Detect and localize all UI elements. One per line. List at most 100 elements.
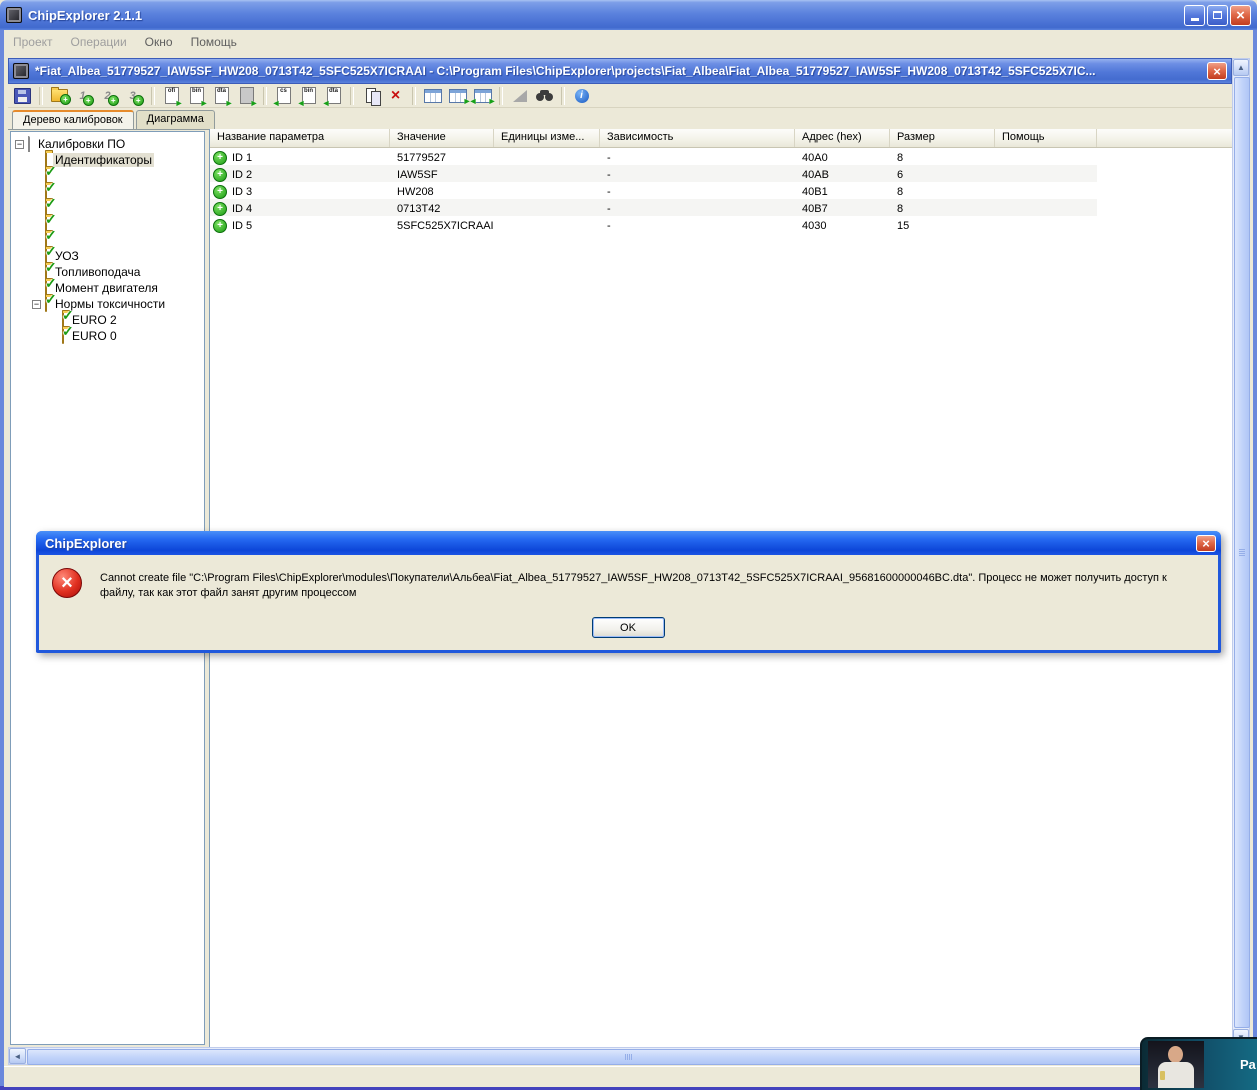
save-button[interactable] (10, 85, 35, 107)
cell-name: +ID 2 (210, 165, 390, 182)
cell-dependency: - (600, 165, 795, 182)
export-ofi-button[interactable]: ofi► (159, 85, 184, 107)
vertical-scroll-thumb[interactable] (1234, 77, 1250, 1028)
chart-button[interactable] (507, 85, 532, 107)
add-map-1-button[interactable]: 1+ (72, 85, 97, 107)
column-header-help[interactable]: Помощь (995, 129, 1097, 147)
tree-collapse-icon[interactable]: − (15, 140, 24, 149)
window-title: ChipExplorer 2.1.1 (28, 8, 1184, 23)
arrow-left-icon: ◄ (297, 100, 306, 107)
tree-item-moment-dvigatelya[interactable]: ✓Момент двигателя (11, 280, 204, 296)
tree-item-normy-toksichnosti[interactable]: −✓Нормы токсичности (11, 296, 204, 312)
scroll-left-button[interactable]: ◄ (9, 1048, 26, 1064)
arrow-left-icon: ◄ (322, 100, 331, 107)
export-dta-button[interactable]: dta► (209, 85, 234, 107)
tree-item-folder-4[interactable]: ✓ (11, 216, 204, 232)
import-bin-button[interactable]: bin◄ (296, 85, 321, 107)
vertical-scrollbar[interactable]: ▲ ▼ (1232, 58, 1250, 1047)
table-sync-button[interactable]: ◄► (470, 85, 495, 107)
column-header-units[interactable]: Единицы изме... (494, 129, 600, 147)
document-close-button[interactable]: × (1207, 62, 1227, 80)
window-border-left (0, 30, 4, 1086)
person-head (1168, 1046, 1183, 1063)
tree-item-identifikatory[interactable]: Идентификаторы (11, 152, 204, 168)
cell-address: 40B1 (795, 182, 890, 199)
close-button[interactable]: × (1230, 5, 1251, 26)
tree-item-uoz[interactable]: ✓УОЗ (11, 248, 204, 264)
tree-item-euro-2[interactable]: ✓EURO 2 (11, 312, 204, 328)
add-map-2-button[interactable]: 2+ (97, 85, 122, 107)
column-header-address[interactable]: Адрес (hex) (795, 129, 890, 147)
thumb-grip-icon (1239, 549, 1245, 550)
scroll-up-button[interactable]: ▲ (1233, 59, 1249, 76)
error-icon: × (52, 568, 82, 598)
table-view-button[interactable] (420, 85, 445, 107)
table-row-id-2[interactable]: +ID 2IAW5SF-40AB6 (210, 165, 1097, 182)
dialog-close-button[interactable]: × (1196, 535, 1216, 552)
table-export-button[interactable]: ► (445, 85, 470, 107)
export-device-button[interactable]: ► (234, 85, 259, 107)
table-row-id-3[interactable]: +ID 3HW208-40B18 (210, 182, 1097, 199)
menu-item-operacii[interactable]: Операции (62, 35, 136, 49)
tree-item-folder-2[interactable]: ✓ (11, 184, 204, 200)
info-button[interactable]: i (569, 85, 594, 107)
tab-diagram[interactable]: Диаграмма (136, 110, 215, 129)
app-chip-icon (6, 7, 22, 23)
delete-button[interactable]: × (383, 85, 408, 107)
tree-item-folder-3[interactable]: ✓ (11, 200, 204, 216)
column-header-value[interactable]: Значение (390, 129, 494, 147)
close-icon: × (1213, 65, 1221, 78)
compare-button[interactable] (358, 85, 383, 107)
horizontal-scroll-thumb[interactable] (27, 1049, 1231, 1065)
table-row-id-5[interactable]: +ID 55SFC525X7ICRAAI-403015 (210, 216, 1097, 233)
window-border-right (1253, 30, 1257, 1086)
close-icon: × (1236, 8, 1245, 23)
plus-badge-icon: + (60, 94, 71, 105)
cell-address: 4030 (795, 216, 890, 233)
menu-item-okno[interactable]: Окно (136, 35, 182, 49)
dialog-titlebar[interactable]: ChipExplorer × (36, 531, 1221, 555)
tree-item-folder-5[interactable]: ✓ (11, 232, 204, 248)
column-header-name[interactable]: Название параметра (210, 129, 390, 147)
document-chip-icon (13, 63, 29, 79)
menu-item-pomosch[interactable]: Помощь (182, 35, 246, 49)
column-header-size[interactable]: Размер (890, 129, 995, 147)
document-window-titlebar[interactable]: *Fiat_Albea_51779527_IAW5SF_HW208_0713T4… (8, 58, 1232, 84)
tree-item-euro-0[interactable]: ✓EURO 0 (11, 328, 204, 344)
import-cs-button[interactable]: cs◄ (271, 85, 296, 107)
import-dta-button[interactable]: dta◄ (321, 85, 346, 107)
add-map-3-button[interactable]: 3+ (122, 85, 147, 107)
cell-value: 5SFC525X7ICRAAI (390, 216, 494, 233)
cell-dependency: - (600, 148, 795, 165)
column-header-filler (1097, 129, 1232, 147)
maximize-button[interactable] (1207, 5, 1228, 26)
find-button[interactable] (532, 85, 557, 107)
column-header-dependency[interactable]: Зависимость (600, 129, 795, 147)
tree-item-folder-1[interactable]: ✓ (11, 168, 204, 184)
toolbar-separator (151, 87, 155, 105)
horizontal-scrollbar[interactable]: ◄ ► (8, 1047, 1250, 1065)
webcam-toast-overlay[interactable]: Ра (1140, 1037, 1257, 1090)
minimize-icon (1191, 18, 1199, 21)
menu-item-proekt[interactable]: Проект (4, 35, 62, 49)
table-row-id-1[interactable]: +ID 151779527-40A08 (210, 148, 1097, 165)
minimize-button[interactable] (1184, 5, 1205, 26)
ok-button[interactable]: OK (592, 617, 665, 638)
tree-collapse-icon[interactable]: − (32, 300, 41, 309)
tree-item-kalibrovki-po[interactable]: −Калибровки ПО (11, 136, 204, 152)
parameter-name: ID 3 (232, 186, 252, 198)
cell-units (494, 216, 600, 233)
toolbar-separator (263, 87, 267, 105)
export-bin-button[interactable]: bin► (184, 85, 209, 107)
document-window-title: *Fiat_Albea_51779527_IAW5SF_HW208_0713T4… (35, 64, 1207, 78)
add-folder-button[interactable]: + (47, 85, 72, 107)
plus-badge-icon: + (83, 95, 94, 106)
tree-item-toplivopodacha[interactable]: ✓Топливоподача (11, 264, 204, 280)
arrow-right-icon: ► (175, 100, 184, 107)
table-row-id-4[interactable]: +ID 40713T42-40B78 (210, 199, 1097, 216)
window-titlebar[interactable]: ChipExplorer 2.1.1 × (0, 0, 1257, 30)
arrow-right-icon: ► (225, 100, 234, 107)
toolbar: +1+2+3+ofi►bin►dta►►cs◄bin◄dta◄×►◄►i (8, 84, 1232, 108)
cell-address: 40B7 (795, 199, 890, 216)
tab-calibration-tree[interactable]: Дерево калибровок (12, 110, 134, 129)
